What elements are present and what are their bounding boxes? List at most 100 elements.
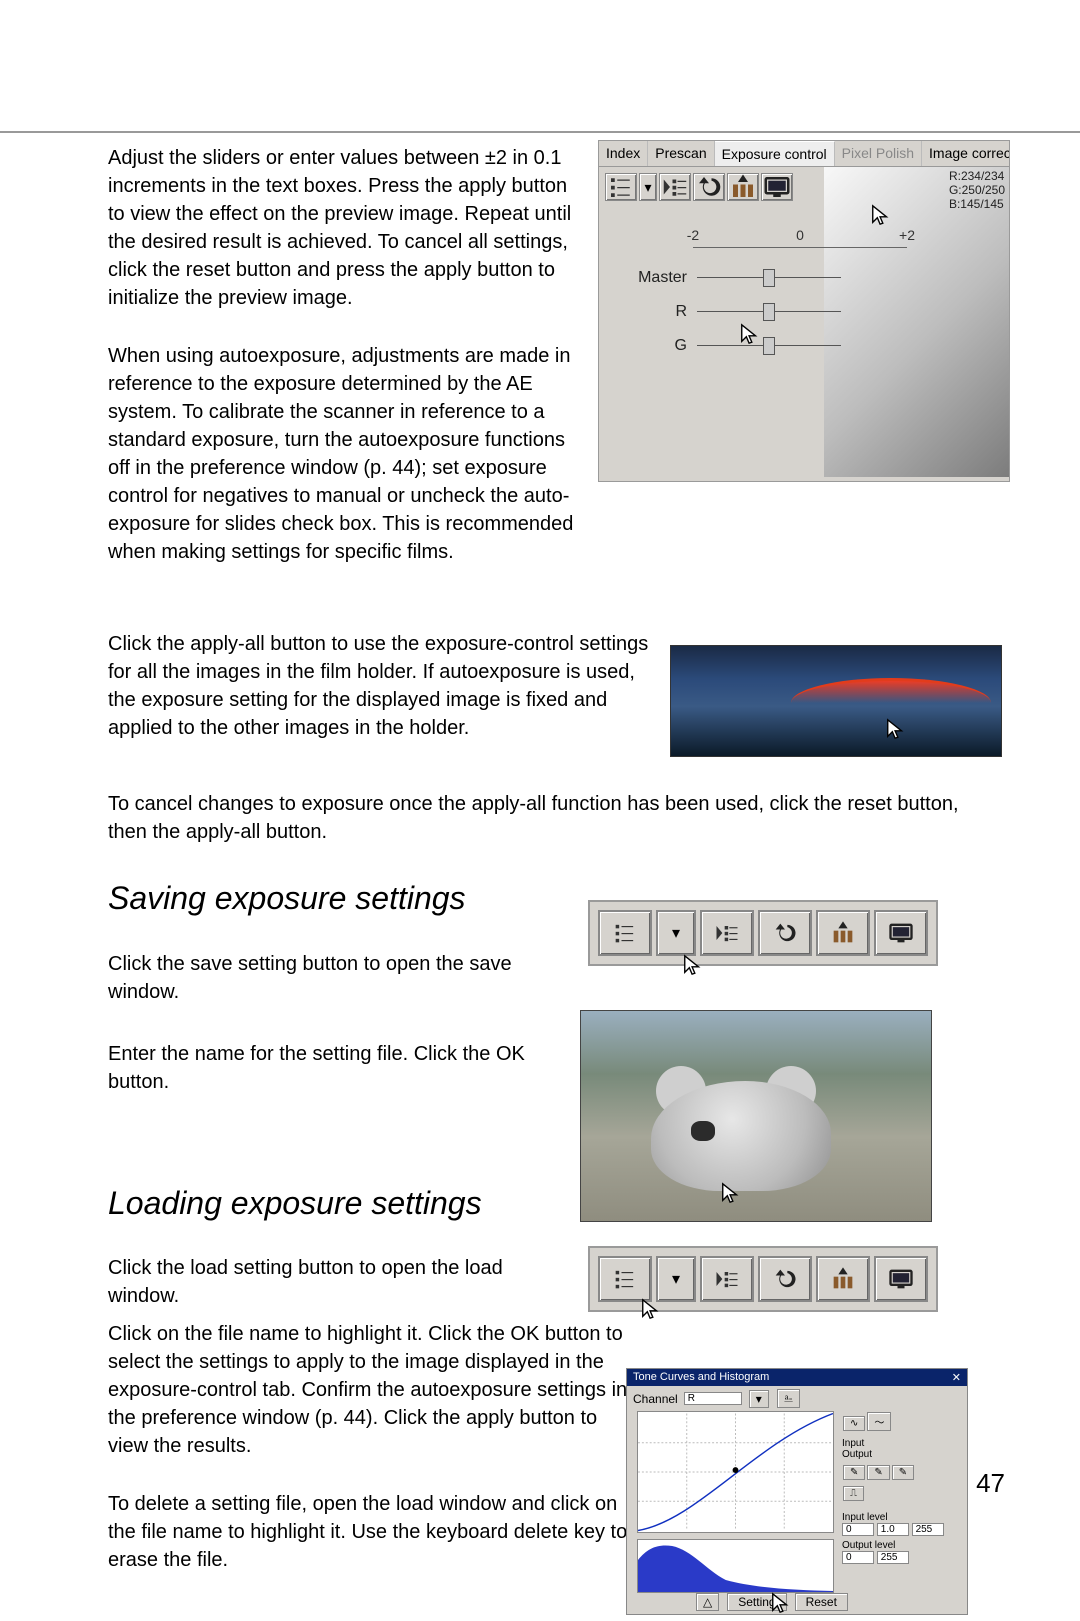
save-p1: Click the save setting button to open th… bbox=[108, 950, 568, 1006]
axis-zero: 0 bbox=[796, 227, 804, 243]
list-icon bbox=[611, 1265, 639, 1293]
input-level-high[interactable]: 255 bbox=[912, 1523, 944, 1536]
koala-nose bbox=[691, 1121, 715, 1141]
tab-pixel-polish[interactable]: Pixel Polish bbox=[835, 141, 922, 166]
dropdown-arrow-icon[interactable]: ▾ bbox=[639, 173, 657, 201]
list-play-icon bbox=[713, 919, 741, 947]
list-play-icon bbox=[713, 1265, 741, 1293]
load-p2: Click on the file name to highlight it. … bbox=[108, 1320, 628, 1460]
page-number: 47 bbox=[976, 1468, 1005, 1499]
apply-all-icon bbox=[829, 919, 857, 947]
paragraph-3: Click the apply-all button to use the ex… bbox=[108, 630, 658, 742]
close-icon[interactable]: ✕ bbox=[952, 1371, 961, 1384]
undo-icon bbox=[771, 1265, 799, 1293]
monitor-icon bbox=[887, 919, 915, 947]
load-p1: Click the load setting button to open th… bbox=[108, 1254, 568, 1310]
toolbar-strip-save: ▾ bbox=[588, 900, 938, 966]
tab-prescan[interactable]: Prescan bbox=[648, 141, 714, 166]
apply-all-button[interactable] bbox=[816, 1256, 870, 1302]
heading-saving: Saving exposure settings bbox=[108, 880, 466, 917]
paragraph-2-text: When using autoexposure, adjustments are… bbox=[108, 345, 573, 563]
apply-toggle-button[interactable]: △ bbox=[696, 1593, 719, 1611]
reset-button[interactable] bbox=[693, 173, 725, 201]
exposure-control-panel: Index Prescan Exposure control Pixel Pol… bbox=[598, 140, 1010, 482]
freehand-curve-button[interactable]: ∿ bbox=[843, 1416, 865, 1431]
output-level-high[interactable]: 255 bbox=[877, 1551, 909, 1564]
load-setting-button[interactable] bbox=[605, 173, 637, 201]
undo-icon bbox=[771, 919, 799, 947]
output-level-low[interactable]: 0 bbox=[842, 1551, 874, 1564]
tab-index[interactable]: Index bbox=[599, 141, 648, 166]
apply-all-icon bbox=[728, 172, 758, 202]
paragraph-4: To cancel changes to exposure once the a… bbox=[108, 790, 998, 846]
apply-button[interactable] bbox=[761, 173, 793, 201]
smooth-curve-button[interactable]: ～ bbox=[867, 1412, 891, 1431]
paragraph-1: Adjust the sliders or enter values betwe… bbox=[108, 144, 576, 312]
tone-curves-titlebar: Tone Curves and Histogram ✕ bbox=[627, 1369, 967, 1386]
slider-r[interactable] bbox=[697, 303, 841, 321]
gray-point-button[interactable]: ✎ bbox=[867, 1465, 889, 1480]
tone-curves-panel: Tone Curves and Histogram ✕ Channel R ▾ … bbox=[626, 1368, 968, 1615]
tone-curves-title: Tone Curves and Histogram bbox=[633, 1371, 769, 1384]
slider-master-label: Master bbox=[617, 269, 697, 287]
slider-axis: -2 0 +2 bbox=[693, 231, 907, 255]
preview-thumbnail bbox=[824, 167, 1009, 477]
white-point-button[interactable]: ✎ bbox=[892, 1465, 914, 1480]
save-p2: Enter the name for the setting file. Cli… bbox=[108, 1040, 568, 1096]
save-setting-button[interactable] bbox=[700, 910, 754, 956]
output-level-label: Output level bbox=[842, 1540, 961, 1551]
koala-body bbox=[651, 1081, 831, 1191]
paragraph-2a: When using autoexposure, adjustments are… bbox=[108, 342, 576, 566]
apply-all-button[interactable] bbox=[727, 173, 759, 201]
histogram-rgb-button[interactable]: ⎍ bbox=[843, 1486, 864, 1501]
apply-all-icon bbox=[829, 1265, 857, 1293]
load-p3: To delete a setting file, open the load … bbox=[108, 1490, 628, 1574]
dropdown-arrow-icon[interactable]: ▾ bbox=[656, 910, 696, 956]
rgb-g: G:250/250 bbox=[949, 183, 1005, 197]
load-setting-button[interactable] bbox=[598, 1256, 652, 1302]
channel-label: Channel bbox=[633, 1392, 678, 1406]
rgb-r: R:234/234 bbox=[949, 169, 1005, 183]
slider-g[interactable] bbox=[697, 337, 841, 355]
apply-all-button[interactable] bbox=[816, 910, 870, 956]
save-setting-button[interactable] bbox=[700, 1256, 754, 1302]
reset-button[interactable] bbox=[758, 910, 812, 956]
panel-tabs: Index Prescan Exposure control Pixel Pol… bbox=[599, 141, 1009, 167]
load-setting-button[interactable] bbox=[598, 910, 652, 956]
reset-button[interactable]: Reset bbox=[795, 1593, 848, 1611]
apply-button[interactable] bbox=[874, 910, 928, 956]
input-label: Input bbox=[842, 1438, 961, 1449]
list-icon bbox=[611, 919, 639, 947]
slider-r-label: R bbox=[617, 303, 697, 321]
list-play-icon bbox=[660, 172, 690, 202]
auto-button[interactable]: ⎁ bbox=[777, 1389, 801, 1408]
dropdown-arrow-icon[interactable]: ▾ bbox=[656, 1256, 696, 1302]
tab-image-correction[interactable]: Image correction bbox=[922, 141, 1010, 166]
list-icon bbox=[606, 172, 636, 202]
axis-minus2: -2 bbox=[687, 227, 699, 243]
rgb-b: B:145/145 bbox=[949, 197, 1005, 211]
save-setting-button[interactable] bbox=[659, 173, 691, 201]
setting-button[interactable]: Setting bbox=[727, 1593, 786, 1611]
bridge-shape bbox=[791, 678, 991, 703]
undo-icon bbox=[694, 172, 724, 202]
monitor-icon bbox=[762, 172, 792, 202]
toolbar-strip-load: ▾ bbox=[588, 1246, 938, 1312]
sample-image-cityscape bbox=[670, 645, 1002, 757]
slider-master[interactable] bbox=[697, 269, 841, 287]
sample-image-koala bbox=[580, 1010, 932, 1222]
axis-plus2: +2 bbox=[899, 227, 915, 243]
input-level-low[interactable]: 0 bbox=[842, 1523, 874, 1536]
histogram-graph bbox=[637, 1539, 834, 1593]
input-level-gamma[interactable]: 1.0 bbox=[877, 1523, 909, 1536]
slider-g-label: G bbox=[617, 337, 697, 355]
reset-button[interactable] bbox=[758, 1256, 812, 1302]
output-label: Output bbox=[842, 1449, 961, 1460]
monitor-icon bbox=[887, 1265, 915, 1293]
channel-select[interactable]: R bbox=[684, 1392, 742, 1405]
apply-button[interactable] bbox=[874, 1256, 928, 1302]
channel-dropdown-icon[interactable]: ▾ bbox=[749, 1390, 769, 1408]
black-point-button[interactable]: ✎ bbox=[843, 1465, 865, 1480]
tab-exposure-control[interactable]: Exposure control bbox=[715, 141, 835, 166]
tone-curve-graph[interactable] bbox=[637, 1411, 834, 1533]
